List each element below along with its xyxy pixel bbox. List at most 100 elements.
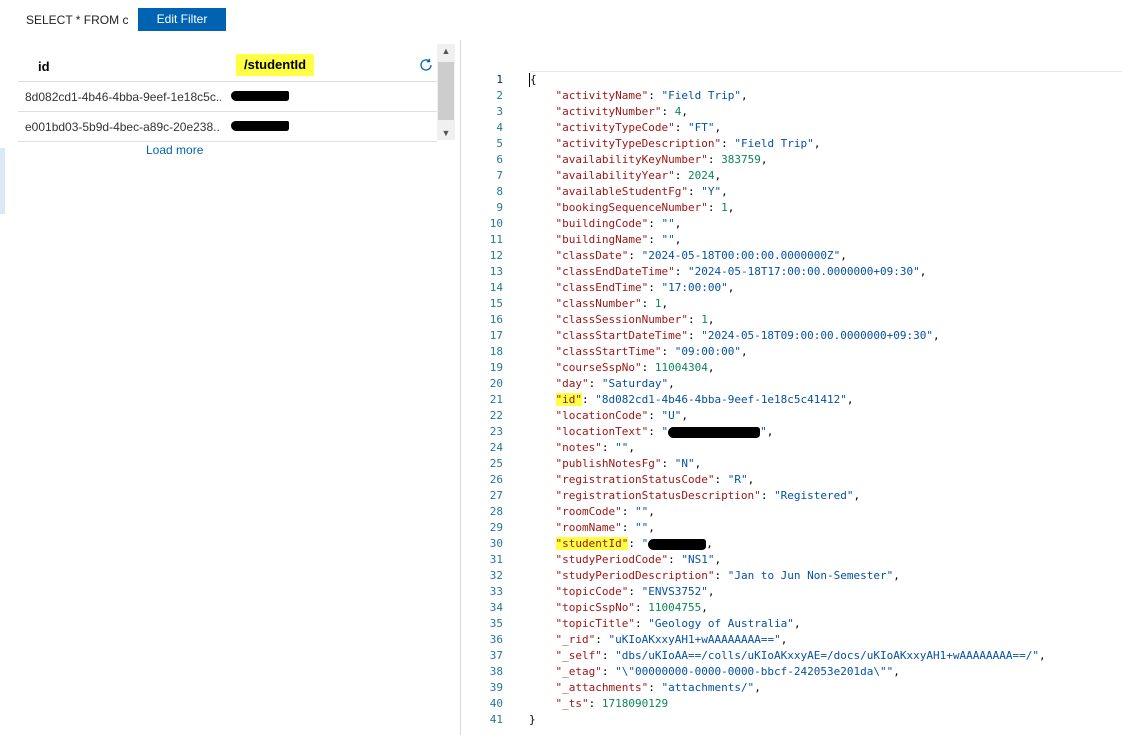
json-editor[interactable]: 1{2 "activityName": "Field Trip", 3 "acti… — [461, 70, 1122, 735]
editor-line[interactable]: 37 "_self": "dbs/uKIoAA==/colls/uKIoAKxx… — [461, 648, 1122, 664]
editor-line[interactable]: 3 "activityNumber": 4, — [461, 104, 1122, 120]
refresh-icon[interactable] — [418, 57, 434, 73]
editor-line[interactable]: 30 "studentId": ", — [461, 536, 1122, 552]
chevron-down-icon[interactable]: ▼ — [437, 126, 455, 140]
editor-line[interactable]: 2 "activityName": "Field Trip", — [461, 88, 1122, 104]
editor-line[interactable]: 23 "locationText": " ", — [461, 424, 1122, 440]
scroll-thumb[interactable] — [438, 62, 454, 120]
json-number: 11004304 — [654, 361, 708, 374]
json-punct: , — [668, 377, 675, 390]
editor-line[interactable]: 39 "_attachments": "attachments/", — [461, 680, 1122, 696]
grid-scrollbar[interactable]: ▲ ▼ — [437, 44, 455, 140]
editor-line[interactable]: 33 "topicCode": "ENVS3752", — [461, 584, 1122, 600]
load-more-link[interactable]: Load more — [146, 143, 203, 157]
editor-line[interactable]: 29 "roomName": "", — [461, 520, 1122, 536]
json-punct: : — [588, 377, 602, 390]
table-row[interactable]: e001bd03-5b9d-4bec-a89c-20e238... — [18, 112, 437, 142]
editor-line[interactable]: 28 "roomCode": "", — [461, 504, 1122, 520]
column-header-studentid[interactable]: /studentId — [236, 54, 315, 76]
line-number: 2 — [496, 89, 503, 102]
json-punct: } — [529, 713, 536, 726]
editor-line[interactable]: 40 "_ts": 1718090129 — [461, 696, 1122, 712]
editor-line[interactable]: 8 "availableStudentFg": "Y", — [461, 184, 1122, 200]
column-header-id[interactable]: id — [38, 59, 50, 74]
code-text: "bookingSequenceNumber": 1, — [529, 200, 735, 216]
editor-line[interactable]: 9 "bookingSequenceNumber": 1, — [461, 200, 1122, 216]
code-text: "buildingName": "", — [529, 232, 682, 248]
editor-line[interactable]: 7 "availabilityYear": 2024, — [461, 168, 1122, 184]
edit-filter-button[interactable]: Edit Filter — [138, 8, 226, 31]
editor-line[interactable]: 19 "courseSspNo": 11004304, — [461, 360, 1122, 376]
table-row[interactable]: 8d082cd1-4b46-4bba-9eef-1e18c5c... — [18, 82, 437, 112]
editor-line[interactable]: 41} — [461, 712, 1122, 728]
json-key: "classStartTime" — [555, 345, 662, 358]
code-text: "id": "8d082cd1-4b46-4bba-9eef-1e18c5c41… — [529, 392, 854, 408]
json-number: 1 — [701, 313, 708, 326]
editor-line[interactable]: 27 "registrationStatusDescription": "Reg… — [461, 488, 1122, 504]
editor-line[interactable]: 35 "topicTitle": "Geology of Australia", — [461, 616, 1122, 632]
line-number: 40 — [489, 697, 503, 710]
editor-line[interactable]: 18 "classStartTime": "09:00:00", — [461, 344, 1122, 360]
json-punct: , — [674, 233, 682, 246]
line-number: 20 — [489, 377, 503, 390]
line-number: 11 — [489, 233, 503, 246]
json-punct: { — [530, 73, 537, 86]
editor-line[interactable]: 32 "studyPeriodDescription": "Jan to Jun… — [461, 568, 1122, 584]
json-string: "" — [615, 441, 629, 454]
code-text: "studentId": ", — [529, 536, 713, 552]
editor-line[interactable]: 24 "notes": "", — [461, 440, 1122, 456]
query-toolbar: SELECT * FROM c Edit Filter — [0, 0, 1122, 38]
json-punct: , — [893, 665, 900, 678]
json-punct: , — [740, 345, 748, 358]
json-key: "notes" — [555, 441, 602, 454]
line-number: 3 — [496, 105, 503, 118]
editor-line[interactable]: 22 "locationCode": "U", — [461, 408, 1122, 424]
json-punct: , — [648, 521, 655, 534]
line-number: 24 — [489, 441, 503, 454]
editor-line[interactable]: 11 "buildingName": "", — [461, 232, 1122, 248]
json-punct: , — [840, 249, 847, 262]
editor-line[interactable]: 17 "classStartDateTime": "2024-05-18T09:… — [461, 328, 1122, 344]
line-number: 30 — [489, 537, 503, 550]
chevron-up-icon[interactable]: ▲ — [437, 44, 455, 58]
line-number: 16 — [489, 313, 503, 326]
code-text: "activityTypeCode": "FT", — [529, 120, 722, 136]
editor-line[interactable]: 36 "_rid": "uKIoAKxxyAH1+wAAAAAAAA==", — [461, 632, 1122, 648]
code-text: "registrationStatusCode": "R", — [529, 472, 755, 488]
json-punct: : — [628, 585, 642, 598]
editor-line[interactable]: 5 "activityTypeDescription": "Field Trip… — [461, 136, 1122, 152]
json-string: "dbs/uKIoAA==/colls/uKIoAKxxyAE=/docs/uK… — [615, 649, 1039, 662]
code-text: "topicTitle": "Geology of Australia", — [529, 616, 801, 632]
line-number: 21 — [489, 393, 503, 406]
json-punct: : — [641, 361, 655, 374]
editor-line[interactable]: 15 "classNumber": 1, — [461, 296, 1122, 312]
line-number: 38 — [489, 665, 503, 678]
editor-line[interactable]: 31 "studyPeriodCode": "NS1", — [461, 552, 1122, 568]
line-number: 33 — [489, 585, 503, 598]
code-text: "_rid": "uKIoAKxxyAH1+wAAAAAAAA==", — [529, 632, 788, 648]
editor-line[interactable]: 25 "publishNotesFg": "N", — [461, 456, 1122, 472]
json-string: "" — [661, 233, 675, 246]
editor-line[interactable]: 1{ — [461, 72, 1122, 88]
editor-line[interactable]: 16 "classSessionNumber": 1, — [461, 312, 1122, 328]
editor-line[interactable]: 4 "activityTypeCode": "FT", — [461, 120, 1122, 136]
editor-line[interactable]: 6 "availabilityKeyNumber": 383759, — [461, 152, 1122, 168]
json-punct: : — [648, 233, 662, 246]
editor-line[interactable]: 26 "registrationStatusCode": "R", — [461, 472, 1122, 488]
editor-line[interactable]: 34 "topicSspNo": 11004755, — [461, 600, 1122, 616]
editor-line[interactable]: 38 "_etag": "\"00000000-0000-0000-bbcf-2… — [461, 664, 1122, 680]
json-string: "ENVS3752" — [641, 585, 708, 598]
editor-line[interactable]: 10 "buildingCode": "", — [461, 216, 1122, 232]
editor-line[interactable]: 21 "id": "8d082cd1-4b46-4bba-9eef-1e18c5… — [461, 392, 1122, 408]
code-text: { — [529, 72, 537, 88]
line-number: 41 — [489, 713, 503, 726]
editor-line[interactable]: 20 "day": "Saturday", — [461, 376, 1122, 392]
json-key: "registrationStatusDescription" — [555, 489, 761, 502]
editor-line[interactable]: 14 "classEndTime": "17:00:00", — [461, 280, 1122, 296]
editor-line[interactable]: 12 "classDate": "2024-05-18T00:00:00.000… — [461, 248, 1122, 264]
json-string: "Geology of Australia" — [648, 617, 794, 630]
code-text: "availabilityYear": 2024, — [529, 168, 722, 184]
json-key: "_etag" — [555, 665, 602, 678]
json-punct: , — [628, 441, 635, 454]
editor-line[interactable]: 13 "classEndDateTime": "2024-05-18T17:00… — [461, 264, 1122, 280]
